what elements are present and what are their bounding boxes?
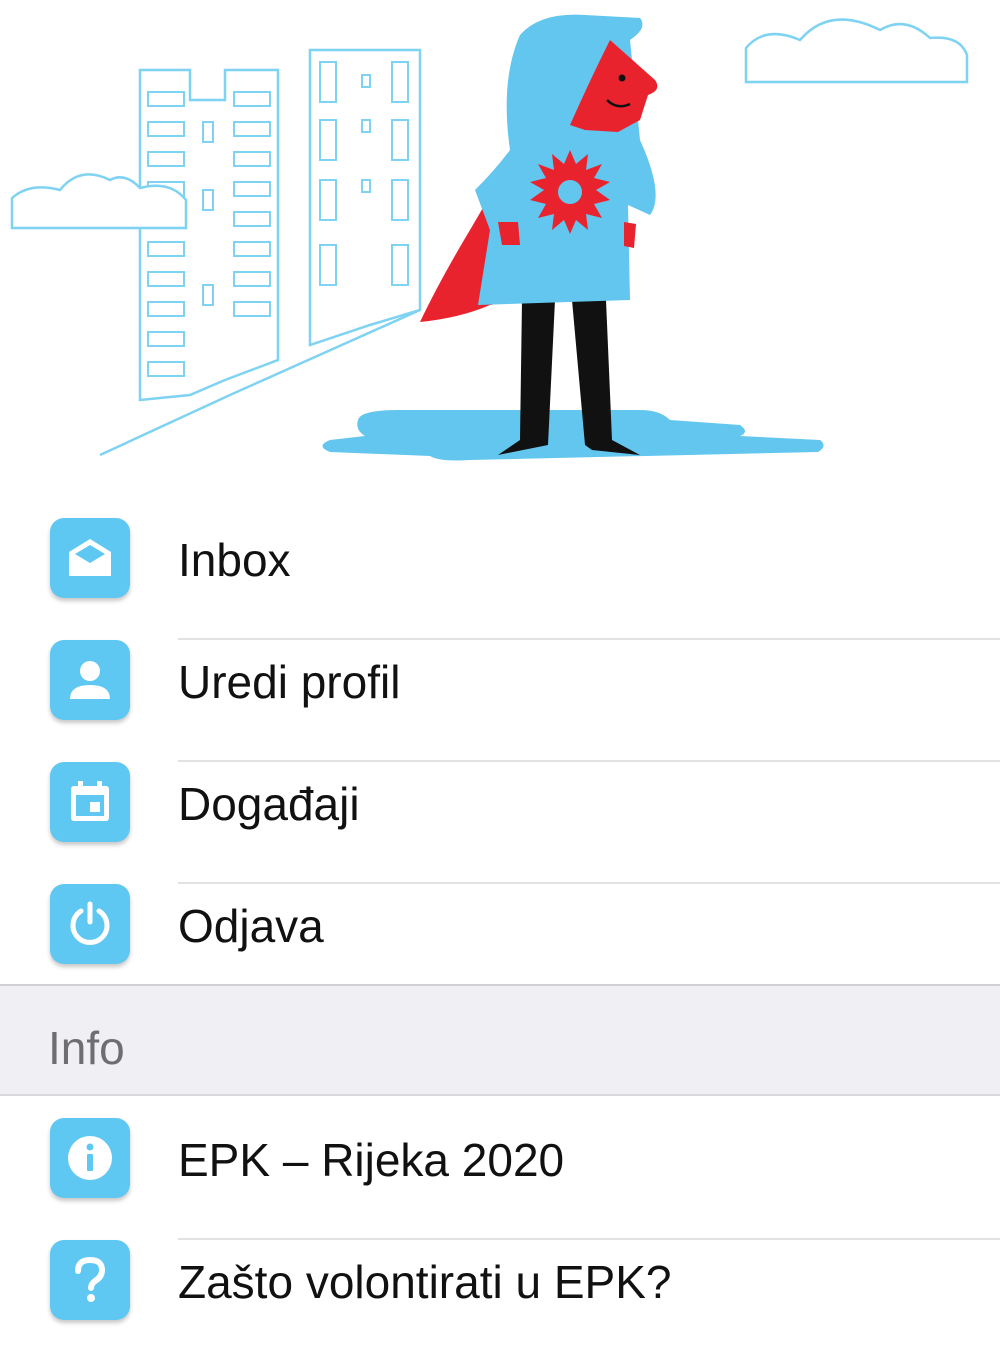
header-illustration xyxy=(0,0,1000,490)
logout-tile xyxy=(50,884,130,964)
menu-item-epk-rijeka[interactable]: EPK – Rijeka 2020 xyxy=(0,1118,1000,1240)
menu-item-label: Zašto volontirati u EPK? xyxy=(178,1256,672,1308)
info-tile xyxy=(50,1118,130,1198)
menu-item-label: Inbox xyxy=(178,534,291,586)
menu-item-label: EPK – Rijeka 2020 xyxy=(178,1134,565,1186)
superhero-illustration xyxy=(10,14,969,461)
menu-item-events[interactable]: Događaji xyxy=(0,762,1000,884)
events-tile xyxy=(50,762,130,842)
person-icon xyxy=(70,661,110,699)
info-section-header: Info xyxy=(0,984,1000,1096)
question-tile xyxy=(50,1240,130,1320)
info-icon xyxy=(68,1136,112,1180)
calendar-icon xyxy=(71,781,109,821)
mail-open-icon xyxy=(69,539,111,576)
menu-item-edit-profile[interactable]: Uredi profil xyxy=(0,640,1000,762)
menu-item-why-volunteer[interactable]: Zašto volontirati u EPK? xyxy=(0,1240,1000,1362)
profile-tile xyxy=(50,640,130,720)
section-title: Info xyxy=(48,1022,125,1074)
menu-item-label: Odjava xyxy=(178,900,324,952)
question-icon xyxy=(75,1256,106,1302)
inbox-tile xyxy=(50,518,130,598)
menu-item-label: Uredi profil xyxy=(178,656,401,708)
power-icon xyxy=(70,901,110,945)
menu-item-label: Događaji xyxy=(178,778,360,830)
menu-item-inbox[interactable]: Inbox xyxy=(0,518,1000,640)
